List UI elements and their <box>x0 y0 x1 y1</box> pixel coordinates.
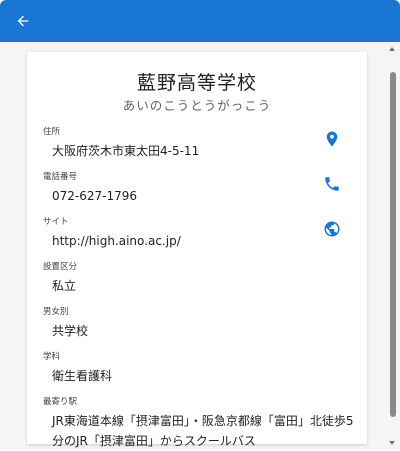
scroll-down-arrow[interactable] <box>389 441 395 445</box>
scroll-up-arrow[interactable] <box>389 47 395 51</box>
establishment-row: 設置区分 私立 <box>43 260 363 296</box>
department-row: 学科 衛生看護科 <box>43 350 363 386</box>
arrow-back-icon <box>17 15 29 27</box>
address-value: 大阪府茨木市東太田4-5-11 <box>52 144 200 158</box>
address-label: 住所 <box>43 127 61 137</box>
app-bar <box>0 0 400 42</box>
phone-row: 電話番号 072-627-1796 <box>43 170 363 206</box>
globe-icon[interactable] <box>323 220 341 238</box>
station-label: 最寄り駅 <box>43 397 78 407</box>
phone-label: 電話番号 <box>43 172 78 182</box>
site-label: サイト <box>43 217 69 227</box>
school-detail-card: 藍野高等学校 あいのこうとうがっこう 住所 大阪府茨木市東太田4-5-11 電話… <box>27 52 367 448</box>
back-button[interactable] <box>12 10 34 32</box>
site-row: サイト http://high.aino.ac.jp/ <box>43 215 363 251</box>
school-name: 藍野高等学校 <box>136 72 257 94</box>
scrollbar-thumb[interactable] <box>390 72 396 417</box>
establishment-value: 私立 <box>52 279 77 293</box>
gender-label: 男女別 <box>43 307 69 317</box>
department-label: 学科 <box>43 352 61 362</box>
phone-value: 072-627-1796 <box>52 189 138 203</box>
detail-content: 藍野高等学校 あいのこうとうがっこう 住所 大阪府茨木市東太田4-5-11 電話… <box>0 42 400 450</box>
station-value: JR東海道本線「摂津富田」・阪急京都線「富田」北徒歩5分のJR「摂津富田」からス… <box>52 414 354 448</box>
site-link[interactable]: http://high.aino.ac.jp/ <box>43 231 363 251</box>
gender-row: 男女別 共学校 <box>43 305 363 341</box>
address-row: 住所 大阪府茨木市東太田4-5-11 <box>43 125 363 161</box>
location-pin-icon[interactable] <box>323 130 341 148</box>
phone-icon[interactable] <box>323 175 341 193</box>
establishment-label: 設置区分 <box>43 262 78 272</box>
school-reading: あいのこうとうがっこう <box>122 98 272 113</box>
gender-value: 共学校 <box>52 324 89 338</box>
department-value: 衛生看護科 <box>52 369 113 383</box>
station-row: 最寄り駅 JR東海道本線「摂津富田」・阪急京都線「富田」北徒歩5分のJR「摂津富… <box>43 395 363 451</box>
